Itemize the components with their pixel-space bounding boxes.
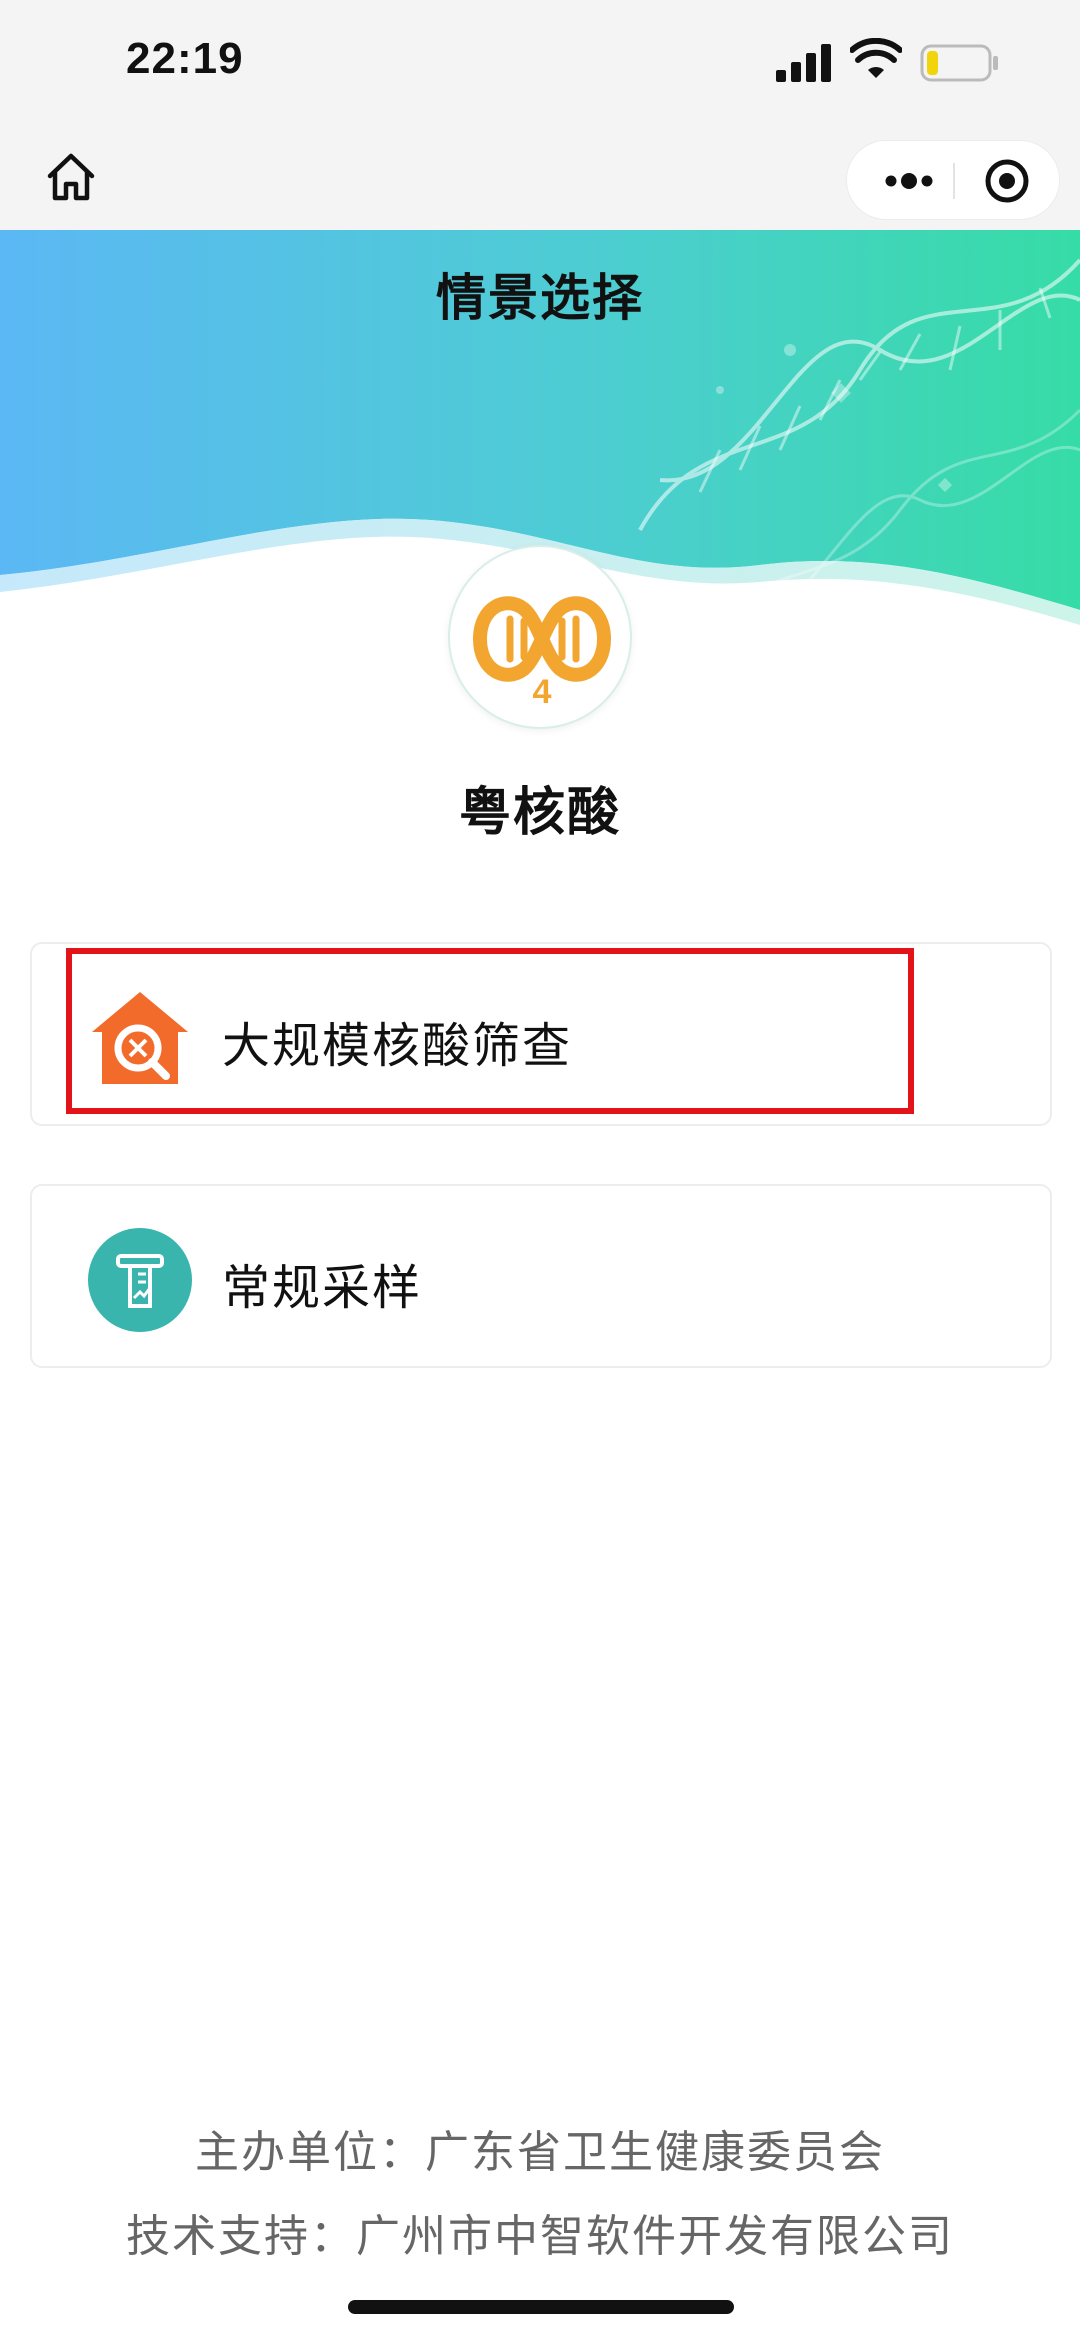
option-label: 大规模核酸筛查 [222, 1018, 573, 1074]
target-icon[interactable] [975, 151, 1039, 211]
app-logo: 4 [448, 545, 632, 729]
option-label: 常规采样 [222, 1260, 423, 1316]
more-icon[interactable] [869, 151, 949, 211]
capsule-divider [953, 163, 955, 199]
app-name: 粤核酸 [458, 783, 621, 843]
nav-bar [0, 130, 1080, 230]
status-bar: 22:19 [0, 0, 1080, 130]
logo-badge: 4 [533, 673, 552, 711]
home-icon[interactable] [42, 148, 100, 206]
option-card-mass-screening[interactable]: 大规模核酸筛查 [30, 942, 1052, 1126]
footer-organizer: 主办单位：广东省卫生健康委员会 [195, 2127, 885, 2178]
home-indicator[interactable] [348, 2300, 734, 2314]
battery-icon [920, 44, 998, 82]
signal-icon [776, 44, 831, 82]
mini-program-capsule [846, 140, 1060, 220]
house-search-icon [92, 992, 188, 1084]
page-title: 情景选择 [436, 269, 644, 327]
status-time: 22:19 [126, 34, 244, 83]
dna-logo-icon: 4 [472, 596, 612, 711]
option-card-routine-sampling[interactable]: 常规采样 [30, 1184, 1052, 1368]
wifi-icon [850, 38, 902, 78]
footer-tech-support: 技术支持：广州市中智软件开发有限公司 [126, 2211, 954, 2262]
sample-tube-icon [88, 1228, 192, 1332]
page: 22:19 情景选择 4 粤核酸 大规模核酸筛查 常规采样 主办单位：广东省卫生… [0, 0, 1080, 2336]
